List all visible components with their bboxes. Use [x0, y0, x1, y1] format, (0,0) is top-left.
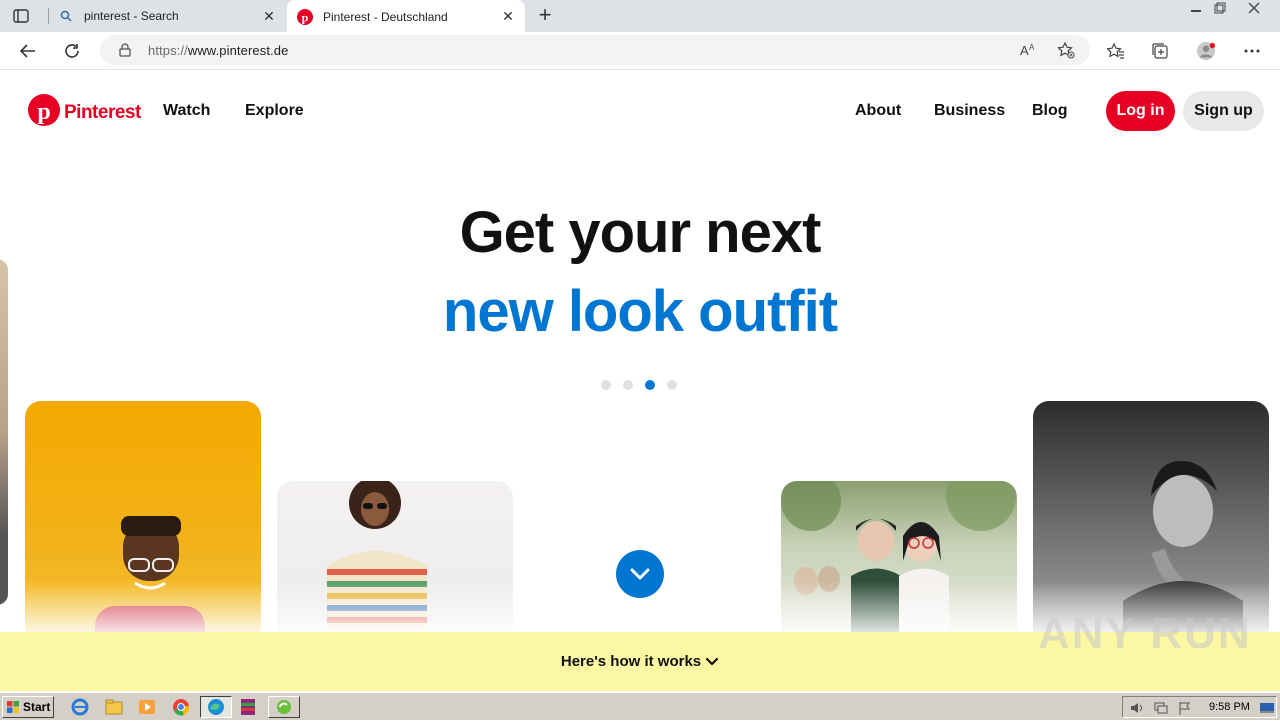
- edge-icon: [208, 699, 224, 715]
- system-tray: 9:58 PM: [1122, 696, 1277, 718]
- watermark: ANY RUN: [1038, 609, 1252, 658]
- url-text[interactable]: https://www.pinterest.de: [148, 43, 288, 58]
- start-button[interactable]: Start: [2, 696, 54, 718]
- url-bar[interactable]: https://www.pinterest.de AA: [100, 35, 1090, 65]
- pin-image-partial[interactable]: [0, 259, 8, 605]
- profile-avatar-icon[interactable]: [1196, 41, 1216, 61]
- add-favorite-icon[interactable]: [1056, 40, 1076, 60]
- how-it-works-label: Here's how it works: [560, 653, 702, 670]
- close-tab-icon[interactable]: ✕: [501, 9, 515, 23]
- pin-image[interactable]: [25, 401, 261, 641]
- svg-text:A: A: [1029, 43, 1035, 52]
- tab-actions-icon[interactable]: [12, 7, 30, 25]
- pin-image[interactable]: [781, 481, 1017, 641]
- nav-business[interactable]: Business: [934, 102, 1005, 120]
- carousel-dots: [601, 380, 677, 390]
- tab-title: pinterest - Search: [84, 9, 179, 23]
- internet-explorer-icon[interactable]: [70, 697, 90, 717]
- pin-image[interactable]: [1033, 401, 1269, 641]
- network-icon[interactable]: [1153, 700, 1169, 721]
- minimize-icon[interactable]: [1184, 0, 1208, 16]
- refresh-app-icon: [277, 700, 291, 714]
- show-desktop-icon[interactable]: [1259, 700, 1275, 721]
- svg-text:p: p: [302, 10, 309, 24]
- new-tab-icon[interactable]: +: [535, 4, 555, 26]
- back-arrow-icon[interactable]: [18, 41, 38, 61]
- nav-explore[interactable]: Explore: [245, 102, 304, 120]
- favorites-icon[interactable]: [1106, 41, 1126, 61]
- close-window-icon[interactable]: [1242, 0, 1266, 16]
- tab-title: Pinterest - Deutschland: [323, 9, 448, 24]
- read-aloud-icon[interactable]: AA: [1018, 40, 1038, 60]
- svg-text:p: p: [37, 99, 50, 125]
- edge-taskbar-button[interactable]: [200, 696, 232, 718]
- nav-watch[interactable]: Watch: [163, 102, 210, 120]
- chrome-icon[interactable]: [171, 697, 191, 717]
- pin-image[interactable]: [277, 481, 513, 641]
- signup-button[interactable]: Sign up: [1183, 91, 1264, 131]
- tab-pinterest-search[interactable]: pinterest - Search ✕: [48, 0, 286, 32]
- media-player-icon[interactable]: [137, 697, 157, 717]
- winrar-icon[interactable]: [238, 697, 258, 717]
- windows-logo-icon: [7, 701, 19, 713]
- svg-text:A: A: [1020, 43, 1029, 58]
- carousel-dot[interactable]: [601, 380, 611, 390]
- chevron-down-icon: [630, 568, 650, 580]
- restore-icon[interactable]: [1208, 0, 1232, 16]
- browser-tab-bar: pinterest - Search ✕ p Pinterest - Deuts…: [0, 0, 1280, 33]
- clock[interactable]: 9:58 PM: [1209, 701, 1250, 713]
- nav-blog[interactable]: Blog: [1032, 102, 1068, 120]
- address-toolbar: https://www.pinterest.de AA: [0, 32, 1280, 70]
- carousel-dot[interactable]: [667, 380, 677, 390]
- start-label: Start: [23, 700, 51, 714]
- nav-about[interactable]: About: [855, 102, 901, 120]
- logo-text: Pinterest: [64, 101, 141, 123]
- hero-heading: Get your next: [459, 200, 822, 265]
- taskbar: Start 9:58 PM: [0, 692, 1280, 720]
- chevron-down-icon: [706, 657, 719, 666]
- carousel-dot-active[interactable]: [645, 380, 655, 390]
- pinterest-logo[interactable]: p Pinterest: [28, 94, 141, 131]
- tab-pinterest-deutschland[interactable]: p Pinterest - Deutschland ✕: [287, 0, 525, 33]
- pinterest-logo-icon: p: [28, 94, 60, 131]
- flag-icon[interactable]: [1177, 700, 1193, 721]
- carousel-dot[interactable]: [623, 380, 633, 390]
- search-icon: [58, 8, 74, 24]
- web-page: p Pinterest Watch Explore About Business…: [0, 71, 1280, 691]
- lock-icon[interactable]: [119, 43, 131, 62]
- volume-icon[interactable]: [1129, 700, 1145, 721]
- app-taskbar-button[interactable]: [268, 696, 300, 718]
- file-explorer-icon[interactable]: [104, 697, 124, 717]
- login-button[interactable]: Log in: [1106, 91, 1175, 131]
- more-menu-icon[interactable]: [1242, 41, 1262, 61]
- close-tab-icon[interactable]: ✕: [262, 9, 276, 23]
- collections-icon[interactable]: [1150, 41, 1170, 61]
- hero-subheading: new look outfit: [442, 279, 838, 344]
- refresh-icon[interactable]: [62, 41, 82, 61]
- pinterest-logo-icon: p: [297, 8, 313, 25]
- scroll-down-button[interactable]: [616, 550, 664, 598]
